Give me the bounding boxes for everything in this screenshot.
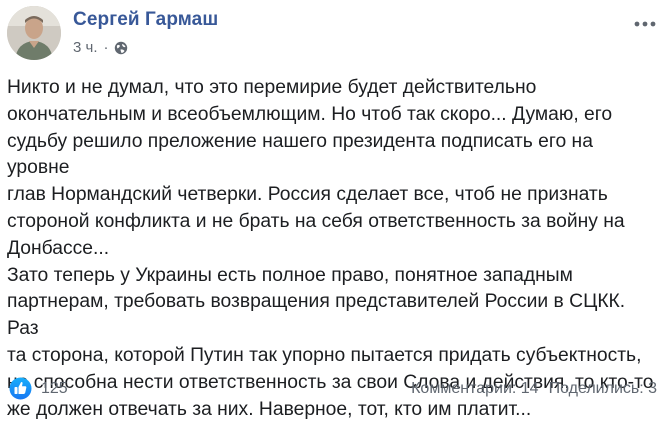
facebook-post: Сергей Гармаш 3 ч. · Никто и не думал, ч…	[0, 0, 669, 425]
post-time[interactable]: 3 ч.	[73, 39, 98, 56]
post-meta: 3 ч. ·	[73, 39, 128, 56]
avatar[interactable]	[7, 6, 61, 60]
post-stats: Комментарии: 14 Поделились: 3	[411, 380, 657, 398]
globe-icon[interactable]	[114, 41, 128, 55]
more-icon[interactable]	[632, 16, 658, 32]
like-icon[interactable]	[9, 377, 32, 400]
author-name[interactable]: Сергей Гармаш	[73, 9, 218, 31]
shares-count[interactable]: Поделились: 3	[549, 380, 657, 398]
post-footer: 125 Комментарии: 14 Поделились: 3	[7, 374, 657, 406]
comments-count[interactable]: Комментарии: 14	[411, 380, 538, 398]
reaction-count[interactable]: 125	[41, 380, 68, 398]
post-header: Сергей Гармаш 3 ч. ·	[7, 6, 662, 66]
meta-separator: ·	[103, 39, 109, 56]
post-text: Никто и не думал, что это перемирие буде…	[7, 77, 654, 420]
